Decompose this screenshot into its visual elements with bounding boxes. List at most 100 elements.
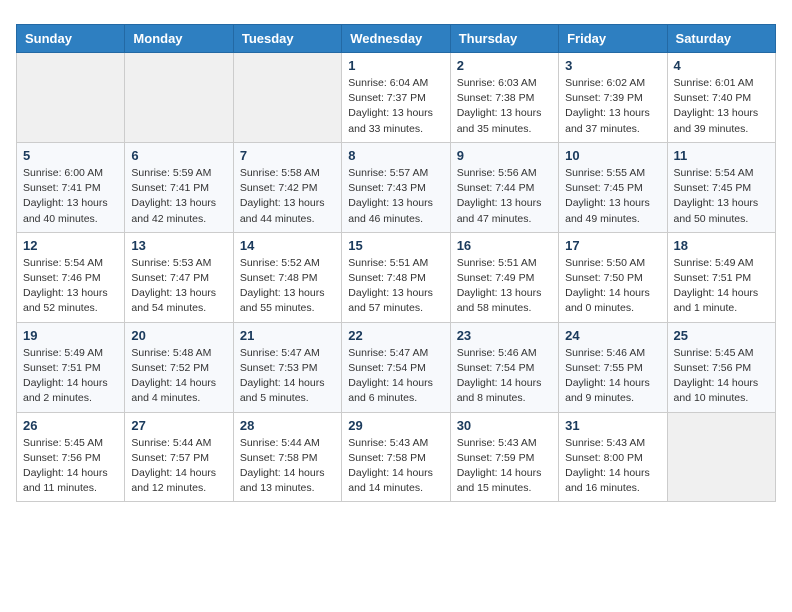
day-number: 14 xyxy=(240,238,335,253)
day-number: 9 xyxy=(457,148,552,163)
day-info: Sunrise: 6:01 AM Sunset: 7:40 PM Dayligh… xyxy=(674,76,769,137)
calendar-cell xyxy=(125,53,233,143)
calendar-cell: 29 Sunrise: 5:43 AM Sunset: 7:58 PM Dayli… xyxy=(342,412,450,502)
calendar-cell: 12 Sunrise: 5:54 AM Sunset: 7:46 PM Dayli… xyxy=(17,232,125,322)
day-number: 19 xyxy=(23,328,118,343)
day-number: 26 xyxy=(23,418,118,433)
day-info: Sunrise: 5:54 AM Sunset: 7:46 PM Dayligh… xyxy=(23,256,118,317)
day-info: Sunrise: 5:57 AM Sunset: 7:43 PM Dayligh… xyxy=(348,166,443,227)
day-header-wednesday: Wednesday xyxy=(342,25,450,53)
day-header-monday: Monday xyxy=(125,25,233,53)
day-info: Sunrise: 5:50 AM Sunset: 7:50 PM Dayligh… xyxy=(565,256,660,317)
calendar-cell: 9 Sunrise: 5:56 AM Sunset: 7:44 PM Daylig… xyxy=(450,142,558,232)
day-number: 4 xyxy=(674,58,769,73)
day-number: 10 xyxy=(565,148,660,163)
calendar-cell: 8 Sunrise: 5:57 AM Sunset: 7:43 PM Daylig… xyxy=(342,142,450,232)
calendar-week-2: 5Sunrise: 6:00 AM Sunset: 7:41 PM Daylig… xyxy=(17,142,776,232)
calendar-cell: 20 Sunrise: 5:48 AM Sunset: 7:52 PM Dayli… xyxy=(125,322,233,412)
calendar-cell: 21 Sunrise: 5:47 AM Sunset: 7:53 PM Dayli… xyxy=(233,322,341,412)
day-info: Sunrise: 5:56 AM Sunset: 7:44 PM Dayligh… xyxy=(457,166,552,227)
day-info: Sunrise: 5:52 AM Sunset: 7:48 PM Dayligh… xyxy=(240,256,335,317)
day-info: Sunrise: 5:43 AM Sunset: 7:59 PM Dayligh… xyxy=(457,436,552,497)
calendar-week-5: 26 Sunrise: 5:45 AM Sunset: 7:56 PM Dayli… xyxy=(17,412,776,502)
day-info: Sunrise: 5:51 AM Sunset: 7:49 PM Dayligh… xyxy=(457,256,552,317)
calendar-header-row: SundayMondayTuesdayWednesdayThursdayFrid… xyxy=(17,25,776,53)
day-info: Sunrise: 6:00 AM Sunset: 7:41 PM Dayligh… xyxy=(23,166,118,227)
calendar-week-3: 12 Sunrise: 5:54 AM Sunset: 7:46 PM Dayli… xyxy=(17,232,776,322)
day-number: 8 xyxy=(348,148,443,163)
calendar-cell: 24 Sunrise: 5:46 AM Sunset: 7:55 PM Dayli… xyxy=(559,322,667,412)
calendar-cell: 22Sunrise: 5:47 AM Sunset: 7:54 PM Dayli… xyxy=(342,322,450,412)
calendar-cell xyxy=(233,53,341,143)
calendar-cell: 3 Sunrise: 6:02 AM Sunset: 7:39 PM Daylig… xyxy=(559,53,667,143)
day-info: Sunrise: 5:43 AM Sunset: 7:58 PM Dayligh… xyxy=(348,436,443,497)
calendar-cell: 11 Sunrise: 5:54 AM Sunset: 7:45 PM Dayli… xyxy=(667,142,775,232)
calendar-cell: 14 Sunrise: 5:52 AM Sunset: 7:48 PM Dayli… xyxy=(233,232,341,322)
calendar-cell: 7 Sunrise: 5:58 AM Sunset: 7:42 PM Daylig… xyxy=(233,142,341,232)
calendar-cell: 25 Sunrise: 5:45 AM Sunset: 7:56 PM Dayli… xyxy=(667,322,775,412)
day-info: Sunrise: 5:51 AM Sunset: 7:48 PM Dayligh… xyxy=(348,256,443,317)
day-header-tuesday: Tuesday xyxy=(233,25,341,53)
calendar-cell: 30 Sunrise: 5:43 AM Sunset: 7:59 PM Dayli… xyxy=(450,412,558,502)
day-number: 24 xyxy=(565,328,660,343)
day-number: 17 xyxy=(565,238,660,253)
day-number: 1 xyxy=(348,58,443,73)
day-number: 11 xyxy=(674,148,769,163)
calendar-cell: 16Sunrise: 5:51 AM Sunset: 7:49 PM Dayli… xyxy=(450,232,558,322)
day-number: 18 xyxy=(674,238,769,253)
day-info: Sunrise: 5:44 AM Sunset: 7:58 PM Dayligh… xyxy=(240,436,335,497)
calendar-cell: 26 Sunrise: 5:45 AM Sunset: 7:56 PM Dayli… xyxy=(17,412,125,502)
calendar-cell xyxy=(17,53,125,143)
calendar-cell: 10 Sunrise: 5:55 AM Sunset: 7:45 PM Dayli… xyxy=(559,142,667,232)
day-number: 7 xyxy=(240,148,335,163)
day-info: Sunrise: 5:45 AM Sunset: 7:56 PM Dayligh… xyxy=(23,436,118,497)
day-info: Sunrise: 5:46 AM Sunset: 7:55 PM Dayligh… xyxy=(565,346,660,407)
calendar-cell: 18 Sunrise: 5:49 AM Sunset: 7:51 PM Dayli… xyxy=(667,232,775,322)
day-header-saturday: Saturday xyxy=(667,25,775,53)
day-info: Sunrise: 5:45 AM Sunset: 7:56 PM Dayligh… xyxy=(674,346,769,407)
day-info: Sunrise: 5:48 AM Sunset: 7:52 PM Dayligh… xyxy=(131,346,226,407)
day-number: 31 xyxy=(565,418,660,433)
calendar-cell: 17 Sunrise: 5:50 AM Sunset: 7:50 PM Dayli… xyxy=(559,232,667,322)
day-info: Sunrise: 6:04 AM Sunset: 7:37 PM Dayligh… xyxy=(348,76,443,137)
calendar-cell: 4 Sunrise: 6:01 AM Sunset: 7:40 PM Daylig… xyxy=(667,53,775,143)
day-info: Sunrise: 6:02 AM Sunset: 7:39 PM Dayligh… xyxy=(565,76,660,137)
calendar-table: SundayMondayTuesdayWednesdayThursdayFrid… xyxy=(16,24,776,502)
calendar-cell: 27Sunrise: 5:44 AM Sunset: 7:57 PM Dayli… xyxy=(125,412,233,502)
day-info: Sunrise: 5:44 AM Sunset: 7:57 PM Dayligh… xyxy=(131,436,226,497)
calendar-cell: 19 Sunrise: 5:49 AM Sunset: 7:51 PM Dayli… xyxy=(17,322,125,412)
day-number: 3 xyxy=(565,58,660,73)
day-number: 12 xyxy=(23,238,118,253)
day-info: Sunrise: 5:58 AM Sunset: 7:42 PM Dayligh… xyxy=(240,166,335,227)
calendar-week-4: 19 Sunrise: 5:49 AM Sunset: 7:51 PM Dayli… xyxy=(17,322,776,412)
day-number: 21 xyxy=(240,328,335,343)
calendar-week-1: 1 Sunrise: 6:04 AM Sunset: 7:37 PM Daylig… xyxy=(17,53,776,143)
day-info: Sunrise: 5:59 AM Sunset: 7:41 PM Dayligh… xyxy=(131,166,226,227)
day-header-sunday: Sunday xyxy=(17,25,125,53)
day-number: 25 xyxy=(674,328,769,343)
day-number: 22 xyxy=(348,328,443,343)
calendar-cell: 23Sunrise: 5:46 AM Sunset: 7:54 PM Dayli… xyxy=(450,322,558,412)
day-number: 20 xyxy=(131,328,226,343)
day-info: Sunrise: 5:47 AM Sunset: 7:53 PM Dayligh… xyxy=(240,346,335,407)
day-info: Sunrise: 5:53 AM Sunset: 7:47 PM Dayligh… xyxy=(131,256,226,317)
calendar-cell xyxy=(667,412,775,502)
day-header-thursday: Thursday xyxy=(450,25,558,53)
day-info: Sunrise: 5:49 AM Sunset: 7:51 PM Dayligh… xyxy=(674,256,769,317)
day-info: Sunrise: 5:43 AM Sunset: 8:00 PM Dayligh… xyxy=(565,436,660,497)
day-info: Sunrise: 6:03 AM Sunset: 7:38 PM Dayligh… xyxy=(457,76,552,137)
calendar-cell: 6 Sunrise: 5:59 AM Sunset: 7:41 PM Daylig… xyxy=(125,142,233,232)
day-number: 29 xyxy=(348,418,443,433)
day-info: Sunrise: 5:54 AM Sunset: 7:45 PM Dayligh… xyxy=(674,166,769,227)
calendar-cell: 31 Sunrise: 5:43 AM Sunset: 8:00 PM Dayli… xyxy=(559,412,667,502)
calendar-cell: 28Sunrise: 5:44 AM Sunset: 7:58 PM Dayli… xyxy=(233,412,341,502)
day-number: 6 xyxy=(131,148,226,163)
day-number: 2 xyxy=(457,58,552,73)
calendar-cell: 15Sunrise: 5:51 AM Sunset: 7:48 PM Dayli… xyxy=(342,232,450,322)
calendar-cell: 5Sunrise: 6:00 AM Sunset: 7:41 PM Daylig… xyxy=(17,142,125,232)
calendar-cell: 2 Sunrise: 6:03 AM Sunset: 7:38 PM Daylig… xyxy=(450,53,558,143)
day-info: Sunrise: 5:55 AM Sunset: 7:45 PM Dayligh… xyxy=(565,166,660,227)
calendar-cell: 1 Sunrise: 6:04 AM Sunset: 7:37 PM Daylig… xyxy=(342,53,450,143)
day-info: Sunrise: 5:49 AM Sunset: 7:51 PM Dayligh… xyxy=(23,346,118,407)
day-number: 30 xyxy=(457,418,552,433)
